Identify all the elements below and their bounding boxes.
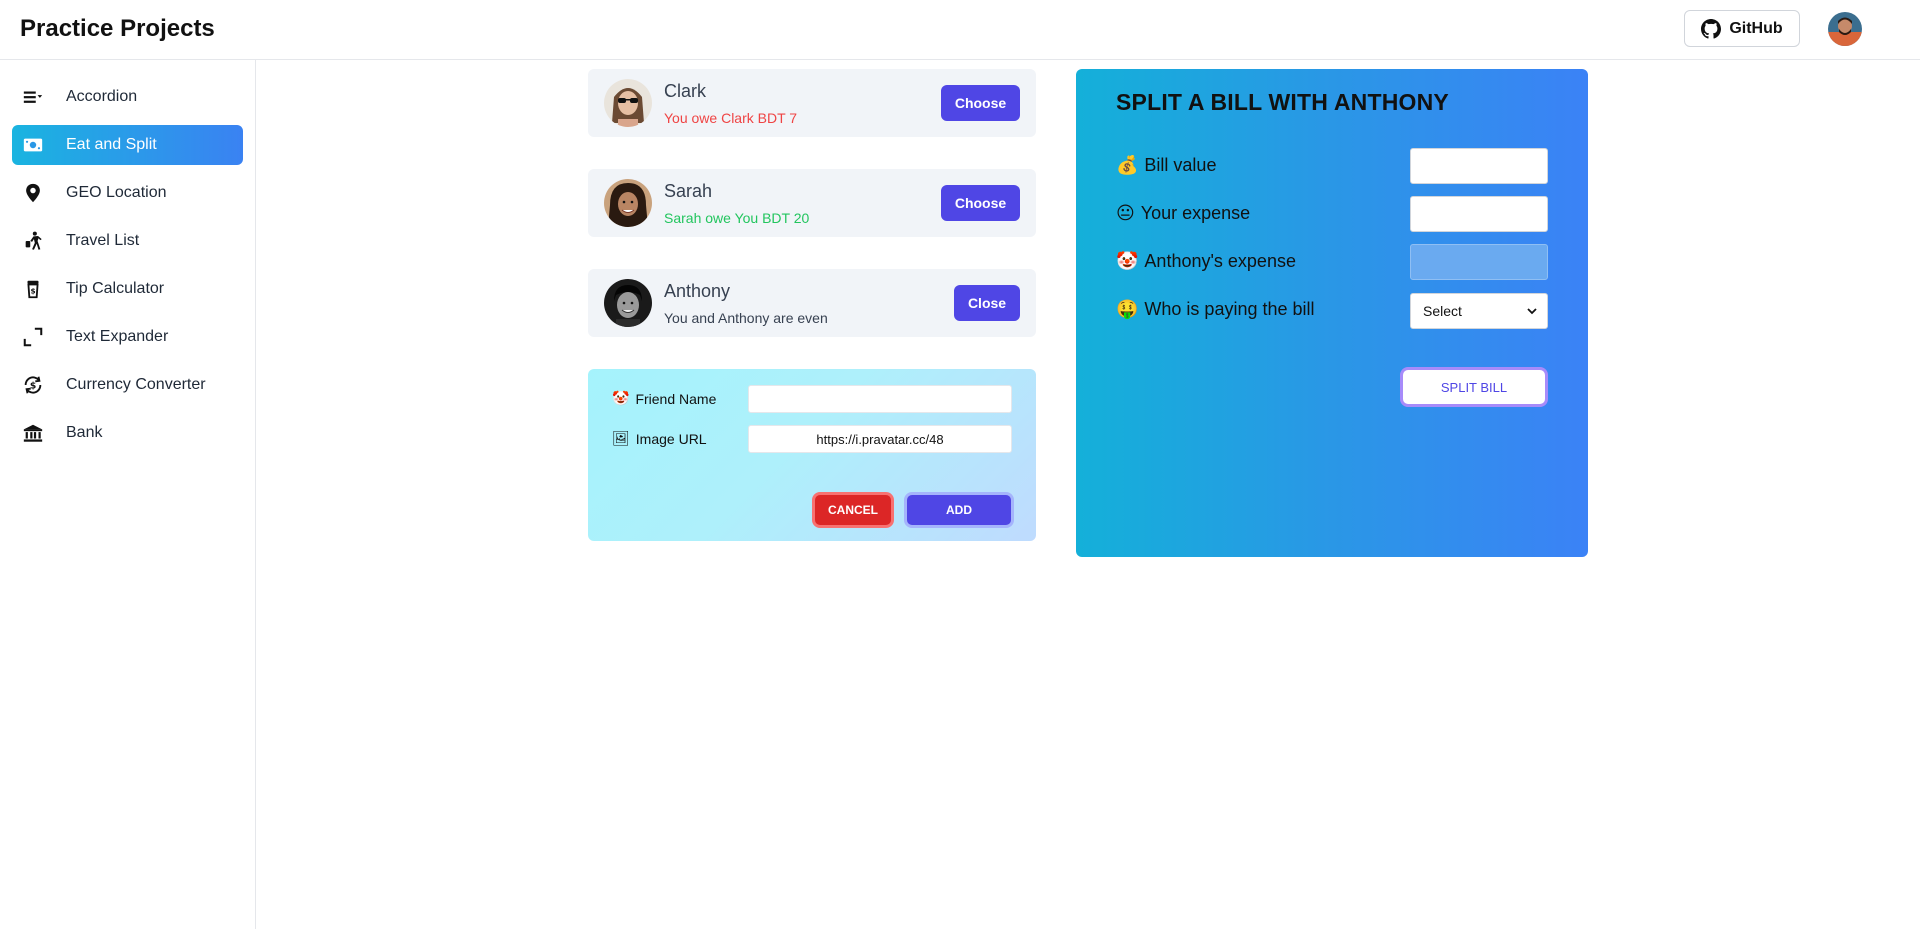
sidebar-item-label: Tip Calculator bbox=[66, 280, 165, 297]
payer-label: 🤑 Who is paying the bill bbox=[1116, 299, 1315, 320]
map-pin-icon bbox=[20, 180, 46, 206]
user-avatar[interactable] bbox=[1828, 12, 1862, 46]
sidebar-item-eat-and-split[interactable]: Eat and Split bbox=[12, 125, 243, 165]
clown-face-icon: 🤡 bbox=[612, 391, 630, 407]
sidebar-item-geo-location[interactable]: GEO Location bbox=[12, 173, 243, 213]
friend-name: Sarah bbox=[664, 181, 713, 201]
sidebar-item-travel-list[interactable]: Travel List bbox=[12, 221, 243, 261]
split-bill-form: SPLIT A BILL WITH ANTHONY 💰 Bill value 😐… bbox=[1076, 69, 1588, 557]
sidebar-item-label: Travel List bbox=[66, 232, 140, 249]
sidebar-item-label: Currency Converter bbox=[66, 376, 206, 393]
friend-balance-status: Sarah owe You BDT 20 bbox=[664, 210, 810, 226]
friend-name: Clark bbox=[664, 81, 707, 101]
expand-icon bbox=[20, 324, 46, 350]
friend-name: Anthony bbox=[664, 281, 731, 301]
friend-avatar bbox=[604, 79, 652, 127]
friend-card-anthony: Anthony You and Anthony are even Close bbox=[588, 269, 1036, 337]
svg-text:$: $ bbox=[30, 381, 36, 392]
chevron-down-icon bbox=[1527, 303, 1537, 319]
traveler-icon bbox=[20, 228, 46, 254]
clown-face-icon: 🤡 bbox=[1116, 251, 1139, 272]
money-bag-icon: 💰 bbox=[1116, 155, 1139, 176]
friend-card-sarah: Sarah Sarah owe You BDT 20 Choose bbox=[588, 169, 1036, 237]
sidebar-item-label: Eat and Split bbox=[66, 136, 157, 153]
currency-exchange-icon: $ bbox=[20, 372, 46, 398]
tip-jar-icon: $ bbox=[20, 276, 46, 302]
choose-friend-button[interactable]: Choose bbox=[941, 185, 1020, 221]
svg-text:$: $ bbox=[30, 287, 35, 296]
friend-card-clark: Clark You owe Clark BDT 7 Choose bbox=[588, 69, 1036, 137]
friend-name-label: 🤡 Friend Name bbox=[612, 391, 717, 407]
bill-value-input[interactable] bbox=[1410, 148, 1548, 184]
your-expense-label: 😐 Your expense bbox=[1116, 203, 1251, 224]
sidebar-item-text-expander[interactable]: Text Expander bbox=[12, 317, 243, 357]
sidebar: Accordion Eat and Split GEO Location Tra… bbox=[0, 60, 256, 929]
sidebar-item-currency-converter[interactable]: $ Currency Converter bbox=[12, 365, 243, 405]
money-icon bbox=[20, 132, 46, 158]
top-bar: Practice Projects GitHub bbox=[0, 0, 1920, 60]
friend-avatar bbox=[604, 279, 652, 327]
friend-name-input[interactable] bbox=[748, 385, 1012, 413]
split-bill-title: SPLIT A BILL WITH ANTHONY bbox=[1116, 89, 1449, 115]
list-icon bbox=[20, 84, 46, 110]
close-friend-button[interactable]: Close bbox=[954, 285, 1020, 321]
github-label: GitHub bbox=[1729, 19, 1783, 37]
friend-expense-input bbox=[1410, 244, 1548, 280]
app-title: Practice Projects bbox=[20, 15, 215, 42]
sidebar-item-label: Accordion bbox=[66, 88, 138, 105]
bill-value-label: 💰 Bill value bbox=[1116, 155, 1217, 176]
sidebar-item-label: Bank bbox=[66, 424, 103, 441]
sidebar-item-accordion[interactable]: Accordion bbox=[12, 77, 243, 117]
add-friend-form: 🤡 Friend Name 🖼 Image URL CANCEL ADD bbox=[588, 369, 1036, 541]
your-expense-input[interactable] bbox=[1410, 196, 1548, 232]
choose-friend-button[interactable]: Choose bbox=[941, 85, 1020, 121]
sidebar-item-bank[interactable]: Bank bbox=[12, 413, 243, 453]
sidebar-item-label: GEO Location bbox=[66, 184, 167, 201]
image-url-input[interactable] bbox=[748, 425, 1012, 453]
cancel-button[interactable]: CANCEL bbox=[812, 492, 894, 528]
add-friend-button[interactable]: ADD bbox=[904, 492, 1014, 528]
github-icon bbox=[1701, 18, 1722, 39]
friend-avatar bbox=[604, 179, 652, 227]
money-mouth-face-icon: 🤑 bbox=[1116, 299, 1139, 320]
image-url-label: 🖼 Image URL bbox=[612, 431, 707, 447]
neutral-face-icon: 😐 bbox=[1116, 203, 1135, 224]
github-button[interactable]: GitHub bbox=[1684, 10, 1800, 47]
split-bill-button[interactable]: SPLIT BILL bbox=[1400, 367, 1548, 407]
sidebar-item-tip-calculator[interactable]: $ Tip Calculator bbox=[12, 269, 243, 309]
picture-icon: 🖼 bbox=[612, 431, 630, 447]
payer-selected-value: Select bbox=[1423, 303, 1462, 319]
friend-expense-label: 🤡 Anthony's expense bbox=[1116, 251, 1296, 272]
friend-balance-status: You and Anthony are even bbox=[664, 310, 828, 326]
friend-balance-status: You owe Clark BDT 7 bbox=[664, 110, 798, 126]
sidebar-item-label: Text Expander bbox=[66, 328, 169, 345]
payer-select[interactable]: Select bbox=[1410, 293, 1548, 329]
bank-icon bbox=[20, 420, 46, 446]
